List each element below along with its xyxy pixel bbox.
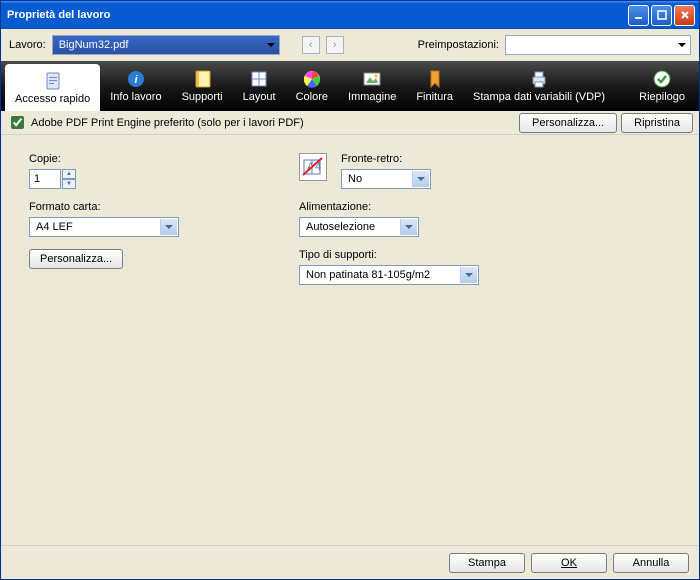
- tab-summary[interactable]: Riepilogo: [629, 61, 695, 111]
- media-icon: [192, 69, 212, 89]
- tab-label: Colore: [296, 91, 328, 103]
- job-preset-row: Lavoro: BigNum32.pdf ‹ › Preimpostazioni…: [1, 29, 699, 61]
- tab-label: Finitura: [416, 91, 453, 103]
- job-combo-value: BigNum32.pdf: [59, 39, 129, 51]
- prev-job-button[interactable]: ‹: [302, 36, 320, 54]
- reset-button[interactable]: Ripristina: [621, 113, 693, 133]
- customize-button[interactable]: Personalizza...: [519, 113, 617, 133]
- document-icon: [43, 71, 63, 91]
- cancel-button[interactable]: Annulla: [613, 553, 689, 573]
- tab-label: Stampa dati variabili (VDP): [473, 91, 605, 103]
- media-type-value: Non patinata 81-105g/m2: [306, 269, 430, 281]
- minimize-button[interactable]: [628, 5, 649, 26]
- appe-label: Adobe PDF Print Engine preferito (solo p…: [31, 117, 304, 129]
- left-column: Copie: ▲ ▼ Formato carta: A4 LEF Persona…: [29, 153, 189, 269]
- duplex-label: Fronte-retro:: [341, 153, 431, 165]
- tab-label: Layout: [243, 91, 276, 103]
- copies-up-icon[interactable]: ▲: [62, 169, 76, 179]
- tab-media[interactable]: Supporti: [172, 61, 233, 111]
- tab-job-info[interactable]: i Info lavoro: [100, 61, 171, 111]
- job-label: Lavoro:: [9, 39, 46, 51]
- tab-label: Supporti: [182, 91, 223, 103]
- ok-button[interactable]: OK: [531, 553, 607, 573]
- feed-value: Autoselezione: [306, 221, 375, 233]
- tab-bar: Accesso rapido i Info lavoro Supporti La…: [1, 61, 699, 111]
- copies-input[interactable]: [29, 169, 61, 189]
- paper-select[interactable]: A4 LEF: [29, 217, 179, 237]
- tab-label: Riepilogo: [639, 91, 685, 103]
- media-type-label: Tipo di supporti:: [299, 249, 479, 261]
- image-icon: [362, 69, 382, 89]
- paper-label: Formato carta:: [29, 201, 189, 213]
- next-job-button[interactable]: ›: [326, 36, 344, 54]
- window-title: Proprietà del lavoro: [7, 9, 626, 21]
- duplex-off-icon: A 4: [299, 153, 327, 181]
- tab-finishing[interactable]: Finitura: [406, 61, 463, 111]
- media-type-select[interactable]: Non patinata 81-105g/m2: [299, 265, 479, 285]
- tab-label: Accesso rapido: [15, 93, 90, 105]
- titlebar: Proprietà del lavoro: [1, 1, 699, 29]
- printer-icon: [529, 69, 549, 89]
- feed-select[interactable]: Autoselezione: [299, 217, 419, 237]
- tab-image[interactable]: Immagine: [338, 61, 406, 111]
- layout-icon: [249, 69, 269, 89]
- print-button[interactable]: Stampa: [449, 553, 525, 573]
- preset-label: Preimpostazioni:: [418, 39, 499, 51]
- copies-label: Copie:: [29, 153, 189, 165]
- check-icon: [652, 69, 672, 89]
- tab-label: Immagine: [348, 91, 396, 103]
- job-combo[interactable]: BigNum32.pdf: [52, 35, 280, 55]
- appe-toolbar: Adobe PDF Print Engine preferito (solo p…: [1, 111, 699, 135]
- paper-value: A4 LEF: [36, 221, 73, 233]
- feed-label: Alimentazione:: [299, 201, 479, 213]
- tab-vdp[interactable]: Stampa dati variabili (VDP): [463, 61, 615, 111]
- tab-label: Info lavoro: [110, 91, 161, 103]
- footer: Stampa OK Annulla: [1, 545, 699, 579]
- quick-access-panel: Copie: ▲ ▼ Formato carta: A4 LEF Persona…: [1, 135, 699, 545]
- tab-layout[interactable]: Layout: [233, 61, 286, 111]
- copies-down-icon[interactable]: ▼: [62, 179, 76, 189]
- copies-spinner[interactable]: ▲ ▼: [29, 169, 189, 189]
- duplex-select[interactable]: No: [341, 169, 431, 189]
- paper-customize-button[interactable]: Personalizza...: [29, 249, 123, 269]
- info-icon: i: [126, 69, 146, 89]
- tab-quick-access[interactable]: Accesso rapido: [5, 64, 100, 111]
- close-button[interactable]: [674, 5, 695, 26]
- appe-checkbox[interactable]: [11, 116, 24, 129]
- right-column: A 4 Fronte-retro: No Alimentazione: Auto…: [299, 153, 479, 285]
- preset-combo[interactable]: [505, 35, 691, 55]
- duplex-value: No: [348, 173, 362, 185]
- color-wheel-icon: [302, 69, 322, 89]
- maximize-button[interactable]: [651, 5, 672, 26]
- tab-color[interactable]: Colore: [286, 61, 338, 111]
- bookmark-icon: [425, 69, 445, 89]
